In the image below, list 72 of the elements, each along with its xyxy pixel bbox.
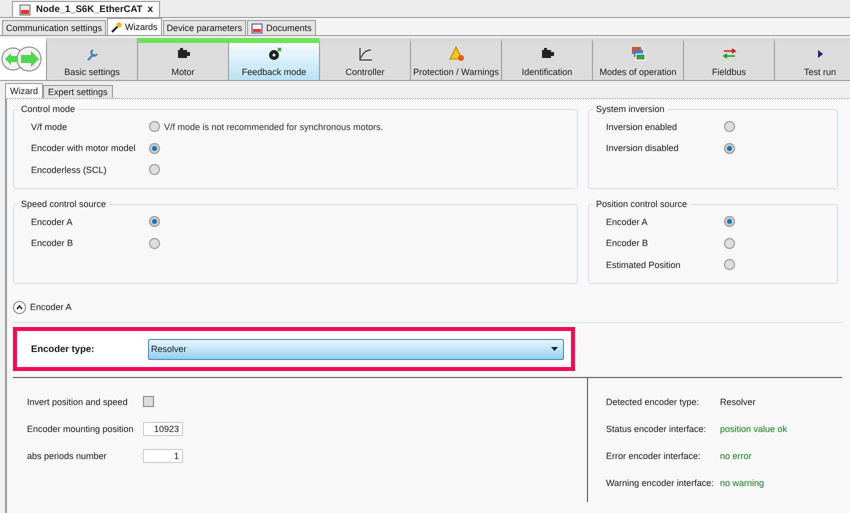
- encoder-icon: [266, 46, 282, 61]
- group-title: Position control source: [593, 199, 690, 209]
- section-title: Encoder A: [30, 302, 72, 312]
- status-value: no warning: [720, 478, 764, 488]
- group-title: System inversion: [593, 104, 668, 114]
- tab[interactable]: Wizards: [107, 18, 162, 35]
- option-label: Encoder B: [31, 238, 74, 248]
- option-label: Encoderless (SCL): [31, 164, 108, 175]
- radio-button[interactable]: [724, 121, 735, 132]
- checkbox[interactable]: [143, 396, 154, 407]
- book-icon: [251, 22, 264, 34]
- option-label: Encoder A: [606, 216, 649, 227]
- radio-button[interactable]: [724, 142, 735, 154]
- close-button[interactable]: x: [147, 4, 154, 15]
- caret-icon: [551, 347, 558, 351]
- chart-icon: [358, 46, 372, 61]
- wizard-step[interactable]: Controller: [319, 38, 410, 80]
- radio-button[interactable]: [149, 238, 160, 249]
- wizard-step[interactable]: Modes of operation: [592, 38, 683, 80]
- wand-icon: [111, 22, 122, 32]
- wizard-step[interactable]: Basic settings: [46, 38, 137, 80]
- status-label: Detected encoder type:: [606, 396, 700, 406]
- option-label: Inversion disabled: [606, 143, 680, 154]
- option-label: V/f mode: [31, 122, 68, 132]
- option-label: Inversion enabled: [606, 122, 678, 132]
- field-label: Encoder type:: [31, 344, 96, 354]
- document-tab[interactable]: Node_1_S6K_EtherCAT x: [12, 1, 160, 17]
- field-label: Encoder mounting position: [27, 424, 135, 434]
- group-title: Control mode: [18, 104, 78, 114]
- motor-icon: [176, 46, 190, 61]
- document-title: Node_1_S6K_EtherCAT: [36, 4, 142, 15]
- tab[interactable]: Wizard: [5, 83, 44, 98]
- radio-button[interactable]: [149, 164, 160, 176]
- option-label: Encoder with motor model: [31, 143, 137, 154]
- field-label: Invert position and speed: [27, 396, 129, 406]
- dropdown[interactable]: Resolver: [148, 338, 564, 360]
- field-label: abs periods number: [27, 450, 108, 460]
- radio-button[interactable]: [149, 216, 160, 228]
- option-label: Encoder A: [31, 216, 74, 227]
- status-label: Warning encoder interface:: [606, 478, 715, 488]
- windows-icon: [630, 46, 646, 61]
- arrows-icon: [722, 46, 736, 61]
- wizard-step[interactable]: Identification: [501, 38, 592, 80]
- wizard-step[interactable]: Protection / Warnings: [410, 38, 501, 80]
- group-title: Speed control source: [18, 199, 110, 209]
- wizard-step[interactable]: Feedback mode: [228, 38, 319, 80]
- radio-button[interactable]: [149, 142, 160, 154]
- radio-button[interactable]: [724, 238, 735, 249]
- wizard-step[interactable]: Fieldbus: [683, 38, 774, 80]
- status-value: position value ok: [720, 424, 788, 434]
- input-field[interactable]: 10923: [143, 422, 183, 436]
- tab[interactable]: Documents: [247, 20, 316, 35]
- status-label: Error encoder interface:: [606, 450, 702, 460]
- collapse-icon[interactable]: [13, 300, 26, 314]
- tab[interactable]: Expert settings: [43, 85, 113, 98]
- option-note: V/f mode is not recommended for synchronous motors.: [164, 122, 384, 132]
- warning-icon: [448, 46, 464, 61]
- motor-icon: [540, 46, 554, 61]
- radio-button[interactable]: [149, 121, 160, 132]
- wizard-step[interactable]: Test run: [774, 38, 850, 80]
- radio-button[interactable]: [724, 259, 735, 270]
- tab[interactable]: Communication settings: [2, 20, 106, 35]
- input-field[interactable]: 1: [143, 448, 183, 462]
- tab[interactable]: Device parameters: [162, 20, 246, 35]
- node-icon: [19, 4, 31, 16]
- status-value: Resolver: [720, 396, 756, 406]
- wizard-step[interactable]: Motor: [137, 38, 228, 80]
- radio-button[interactable]: [724, 216, 735, 228]
- option-label: Estimated Position: [606, 260, 682, 270]
- option-label: Encoder B: [606, 238, 650, 248]
- status-value: no error: [720, 450, 752, 460]
- status-label: Status encoder interface:: [606, 424, 708, 434]
